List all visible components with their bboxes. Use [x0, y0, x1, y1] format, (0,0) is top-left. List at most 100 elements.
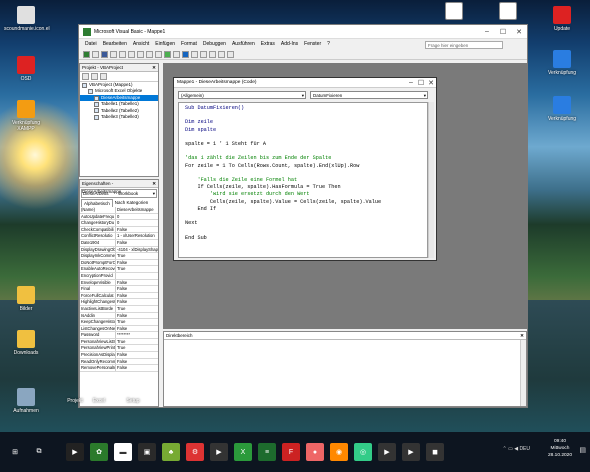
toggle-folders-icon[interactable] — [100, 73, 107, 80]
view-code-icon[interactable] — [82, 73, 89, 80]
property-value[interactable]: False — [116, 280, 158, 286]
property-row[interactable]: ForceFullCalculat False — [80, 292, 158, 300]
immediate-window[interactable]: Direktbereich ✕ — [163, 331, 527, 407]
property-value[interactable]: False — [116, 326, 158, 332]
menu-item[interactable]: ? — [327, 41, 330, 47]
property-row[interactable]: IsAddin False — [80, 312, 158, 320]
property-row[interactable]: AutoUpdateFrequ 0 — [80, 213, 158, 221]
menu-item[interactable]: Datei — [85, 41, 97, 47]
tab-categorized[interactable]: Nach Kategorien — [113, 199, 151, 207]
project-explorer-icon[interactable] — [200, 50, 207, 58]
taskbar-app-icon[interactable]: ◎ — [354, 443, 372, 461]
desktop-icon[interactable]: Downloads — [4, 330, 48, 356]
paste-icon[interactable] — [128, 50, 135, 58]
menu-item[interactable]: Fenster — [304, 41, 321, 47]
insert-module-icon[interactable] — [92, 50, 99, 58]
property-value[interactable]: True — [116, 306, 158, 312]
taskbar-app-icon[interactable]: ♣ — [162, 443, 180, 461]
taskbar-app-icon[interactable]: ◼ — [426, 443, 444, 461]
property-value[interactable]: False — [116, 365, 158, 371]
menu-item[interactable]: Debuggen — [203, 41, 226, 47]
close-panel-icon[interactable]: ✕ — [150, 180, 158, 187]
property-row[interactable]: EncryptionProvid — [80, 272, 158, 280]
property-value[interactable]: True — [116, 339, 158, 345]
property-value[interactable]: True — [116, 319, 158, 325]
menu-item[interactable]: Format — [181, 41, 197, 47]
code-minimize-button[interactable]: – — [406, 78, 416, 88]
reset-icon[interactable] — [182, 50, 189, 58]
copy-icon[interactable] — [119, 50, 126, 58]
property-row[interactable]: RemovePersonalIn False — [80, 365, 158, 372]
taskbar-app-icon[interactable]: ≡ — [258, 443, 276, 461]
code-vertical-scrollbar[interactable] — [428, 102, 434, 258]
property-value[interactable] — [116, 273, 158, 279]
toolbox-icon[interactable] — [227, 50, 234, 58]
menu-item[interactable]: Extras — [261, 41, 275, 47]
design-mode-icon[interactable] — [191, 50, 198, 58]
property-value[interactable]: False — [116, 299, 158, 305]
property-row[interactable]: Final False — [80, 286, 158, 293]
property-row[interactable]: ListChangesOnNe False — [80, 325, 158, 333]
property-value[interactable]: False — [116, 286, 158, 292]
property-row[interactable]: CheckCompatibili False — [80, 226, 158, 234]
property-value[interactable]: True — [116, 345, 158, 351]
window-titlebar[interactable]: Microsoft Visual Basic - Mappe1 – ☐ ✕ — [79, 25, 527, 39]
property-row[interactable]: PersonalViewListS True — [80, 338, 158, 346]
break-icon[interactable] — [173, 50, 180, 58]
taskbar-app-icon[interactable]: ◉ — [330, 443, 348, 461]
menu-item[interactable]: Ansicht — [133, 41, 149, 47]
property-row[interactable]: Date1904 False — [80, 239, 158, 247]
maximize-button[interactable]: ☐ — [495, 25, 511, 39]
object-combo[interactable]: (Allgemein) ▾ — [178, 91, 306, 99]
property-row[interactable]: EnableAutoRecove True — [80, 266, 158, 273]
tab-alphabetic[interactable]: Alphabetisch — [81, 199, 113, 207]
property-value[interactable]: False — [116, 260, 158, 266]
taskbar-app-icon[interactable]: ▣ — [138, 443, 156, 461]
property-row[interactable]: ChangeHistoryDu 0 — [80, 220, 158, 227]
desktop-icon[interactable]: Verknüpfung — [540, 96, 584, 122]
taskbar-app-icon[interactable]: ▶ — [66, 443, 84, 461]
object-browser-icon[interactable] — [218, 50, 225, 58]
code-editor[interactable]: Sub DatumFixieren() Dim zeile Dim spalte … — [178, 102, 428, 258]
taskbar-app-icon[interactable]: F — [282, 443, 300, 461]
property-value[interactable]: 1 - xlUserResolution — [116, 233, 158, 239]
desktop-icon[interactable]: Verknüpfung — [540, 50, 584, 76]
property-value[interactable]: False — [116, 313, 158, 319]
redo-icon[interactable] — [155, 50, 162, 58]
tree-node[interactable]: Tabelle3 (Tabelle3) — [80, 114, 158, 120]
property-value[interactable]: False — [116, 293, 158, 299]
property-value[interactable]: False — [116, 227, 158, 233]
property-value[interactable]: False — [116, 359, 158, 365]
desktop-icon[interactable]: Verknüpfung XAMPP — [4, 100, 48, 132]
procedure-combo[interactable]: DatumFixieren ▾ — [310, 91, 428, 99]
property-row[interactable]: DoNotPromptForC False — [80, 259, 158, 267]
desktop-icon[interactable]: Aufnahmen — [4, 388, 48, 414]
menu-item[interactable]: Add-Ins — [281, 41, 298, 47]
taskbar-app-icon[interactable]: ▬ — [114, 443, 132, 461]
property-row[interactable]: PersonalViewPrint True — [80, 345, 158, 353]
code-close-button[interactable]: ✕ — [426, 78, 436, 88]
desktop-icon[interactable]: OSD — [4, 56, 48, 82]
menu-item[interactable]: Einfügen — [155, 41, 175, 47]
property-row[interactable]: EnvelopeVisible False — [80, 279, 158, 287]
undo-icon[interactable] — [146, 50, 153, 58]
notification-icon[interactable]: ▤ — [579, 446, 586, 454]
find-icon[interactable] — [137, 50, 144, 58]
property-value[interactable]: ******** — [116, 332, 158, 338]
excel-view-icon[interactable] — [83, 50, 90, 58]
minimize-button[interactable]: – — [479, 25, 495, 39]
property-row[interactable]: (Name) DieseArbeitsmappe — [80, 207, 158, 214]
language-indicator[interactable]: DEU — [519, 446, 530, 452]
property-value[interactable]: False — [116, 352, 158, 358]
help-search-input[interactable]: Frage hier eingeben — [425, 41, 503, 49]
property-row[interactable]: DisplayInkComme True — [80, 253, 158, 260]
property-value[interactable]: 0 — [116, 220, 158, 226]
taskbar-app-icon[interactable]: X — [234, 443, 252, 461]
object-select[interactable]: DieseArbeits Workbook ▾ — [81, 189, 157, 198]
property-value[interactable]: 0 — [116, 214, 158, 220]
menu-item[interactable]: Ausführen — [232, 41, 255, 47]
desktop-icon[interactable]: scoundmanie.icon.el — [4, 6, 50, 32]
property-row[interactable]: ReadOnlyRecomm False — [80, 358, 158, 366]
properties-icon[interactable] — [209, 50, 216, 58]
code-window-titlebar[interactable]: Mappe1 - DieseArbeitsmappe (Code) – ☐ ✕ — [174, 78, 436, 88]
